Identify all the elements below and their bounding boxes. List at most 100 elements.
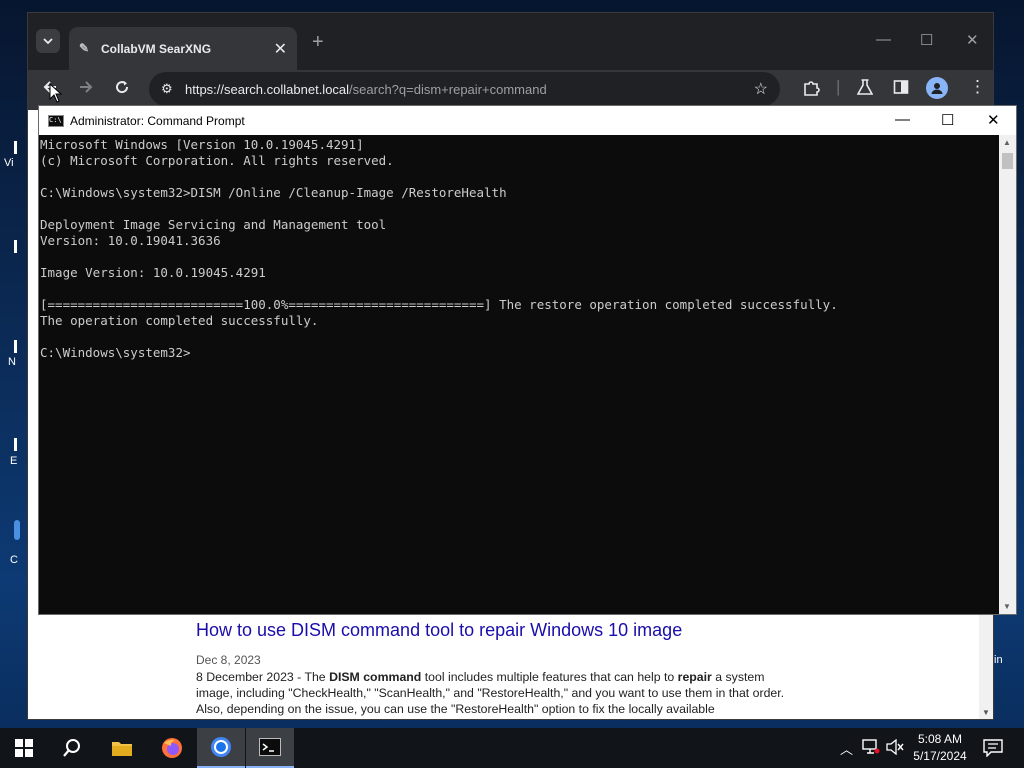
system-clock[interactable]: 5:08 AM 5/17/2024 <box>907 731 973 765</box>
extensions-button[interactable] <box>803 79 820 101</box>
side-panel-icon <box>893 80 909 94</box>
desktop-icon-label-3: N <box>8 356 16 368</box>
search-icon <box>63 739 80 757</box>
flask-icon <box>856 79 874 95</box>
show-hidden-icons-chevron-icon[interactable]: ︿ <box>840 739 853 758</box>
url-text[interactable]: https://search.collabnet.local/search?q=… <box>185 82 754 97</box>
tab-close-icon[interactable]: ✕ <box>274 39 287 59</box>
windows-start-icon <box>15 739 33 757</box>
mouse-cursor-icon <box>49 83 63 103</box>
taskbar: ︿ 5:08 AM 5/17/2024 <box>0 728 1024 768</box>
cmd-output-line: Version: 10.0.19041.3636 <box>40 233 221 248</box>
scroll-up-arrow-icon[interactable]: ▲ <box>1003 138 1011 147</box>
cmd-output-line: Deployment Image Servicing and Managemen… <box>40 217 387 232</box>
cmd-output-line: C:\Windows\system32>DISM /Online /Cleanu… <box>40 185 507 200</box>
toolbar-separator: | <box>836 77 841 96</box>
snippet-highlight: repair <box>677 670 712 684</box>
command-prompt-icon: C:\ <box>48 114 64 127</box>
forward-button[interactable] <box>78 79 94 100</box>
desktop-icon-label-5: C <box>10 554 18 566</box>
taskbar-search-button[interactable] <box>48 728 96 768</box>
cmd-output-line <box>40 281 999 297</box>
cmd-scroll-thumb[interactable] <box>1002 153 1013 169</box>
site-info-icon[interactable]: ⚙ <box>161 81 185 97</box>
network-icon[interactable] <box>862 739 880 758</box>
scroll-down-arrow-icon[interactable]: ▼ <box>1003 602 1011 611</box>
taskbar-chrome[interactable] <box>197 728 245 768</box>
cmd-console-output[interactable]: Microsoft Windows [Version 10.0.19045.42… <box>39 135 999 614</box>
snippet-text: tool includes multiple features that can… <box>421 670 678 684</box>
result-date: Dec 8, 2023 <box>196 653 261 667</box>
scroll-down-arrow-icon[interactable]: ▼ <box>982 708 990 717</box>
taskbar-command-prompt[interactable] <box>246 728 294 768</box>
browser-tab[interactable]: ✎ CollabVM SearXNG ✕ <box>69 27 297 70</box>
browser-menu-button[interactable]: ⋮ <box>969 77 986 97</box>
reload-icon <box>116 81 129 94</box>
cmd-close-button[interactable]: ✕ <box>987 111 1000 129</box>
snippet-highlight: DISM command <box>329 670 422 684</box>
volume-muted-icon <box>886 738 904 756</box>
searxng-favicon-icon: ✎ <box>79 41 90 55</box>
desktop-icon-label-4: E <box>10 455 18 467</box>
firefox-icon <box>162 738 182 758</box>
result-title-link[interactable]: How to use DISM command tool to repair W… <box>196 620 682 641</box>
cmd-maximize-button[interactable]: ☐ <box>941 111 954 129</box>
url-path: /search?q=dism+repair+command <box>349 81 547 97</box>
command-prompt-window: C:\ Administrator: Command Prompt — ☐ ✕ … <box>38 105 1017 615</box>
chevron-down-icon <box>43 38 53 44</box>
user-icon <box>931 83 943 94</box>
browser-toolbar: ⚙ https://search.collabnet.local/search?… <box>28 70 993 110</box>
tab-title: CollabVM SearXNG <box>101 41 212 56</box>
cmd-output-line: (c) Microsoft Corporation. All rights re… <box>40 153 394 168</box>
desktop-icon-label-6: in <box>994 654 1003 666</box>
bookmark-star-icon[interactable]: ☆ <box>754 79 768 99</box>
chrome-icon <box>211 737 231 757</box>
browser-minimize-button[interactable]: — <box>876 31 891 48</box>
cmd-output-line: Microsoft Windows [Version 10.0.19045.42… <box>40 137 364 152</box>
result-snippet: 8 December 2023 - The DISM command tool … <box>196 669 801 717</box>
cmd-output-line: The operation completed successfully. <box>40 313 319 328</box>
forward-arrow-icon <box>80 81 93 93</box>
desktop-icon-1[interactable] <box>14 141 17 154</box>
puzzle-icon <box>804 81 820 96</box>
file-explorer-icon <box>112 742 132 756</box>
cmd-output-line: Image Version: 10.0.19045.4291 <box>40 265 266 280</box>
browser-close-button[interactable]: ✕ <box>966 31 979 49</box>
cmd-minimize-button[interactable]: — <box>895 111 910 128</box>
labs-button[interactable] <box>856 79 874 101</box>
tab-search-menu-button[interactable] <box>36 29 60 53</box>
address-bar[interactable]: ⚙ https://search.collabnet.local/search?… <box>149 72 780 106</box>
cmd-title-bar[interactable]: C:\ Administrator: Command Prompt — ☐ ✕ <box>39 106 1016 135</box>
cmd-output-line <box>40 169 999 185</box>
reload-button[interactable] <box>114 79 130 100</box>
volume-muted-icon[interactable] <box>886 738 904 758</box>
command-prompt-icon <box>259 738 281 756</box>
desktop-icon-label-1: Vi <box>4 157 14 169</box>
profile-avatar[interactable] <box>926 77 948 99</box>
cmd-scrollbar[interactable]: ▲ ▼ <box>999 135 1016 614</box>
clock-time: 5:08 AM <box>917 732 963 746</box>
url-host: https://search.collabnet.local <box>185 81 350 97</box>
side-panel-button[interactable] <box>893 79 909 100</box>
cmd-output-line <box>40 329 999 345</box>
browser-maximize-button[interactable]: ☐ <box>920 31 933 49</box>
new-tab-button[interactable]: + <box>312 31 324 54</box>
start-button[interactable] <box>0 728 48 768</box>
desktop-icon-5[interactable] <box>14 520 20 540</box>
cmd-output-line <box>40 249 999 265</box>
desktop-icon-2[interactable] <box>14 240 17 253</box>
cmd-output-line: C:\Windows\system32> <box>40 345 191 360</box>
notification-icon <box>983 739 1003 758</box>
cmd-window-title: Administrator: Command Prompt <box>70 113 245 128</box>
clock-date: 5/17/2024 <box>913 749 967 763</box>
desktop-icon-3[interactable] <box>14 340 17 353</box>
snippet-text: 8 December 2023 - The <box>196 670 330 684</box>
network-icon <box>862 739 880 754</box>
action-center-icon[interactable] <box>983 739 1003 760</box>
cmd-output-line: [==========================100.0%=======… <box>40 297 838 312</box>
taskbar-firefox[interactable] <box>148 728 196 768</box>
cmd-output-line <box>40 201 999 217</box>
browser-tab-bar: ✎ CollabVM SearXNG ✕ + — ☐ ✕ <box>28 13 993 70</box>
taskbar-file-explorer[interactable] <box>98 728 146 768</box>
desktop-icon-4[interactable] <box>14 438 17 451</box>
